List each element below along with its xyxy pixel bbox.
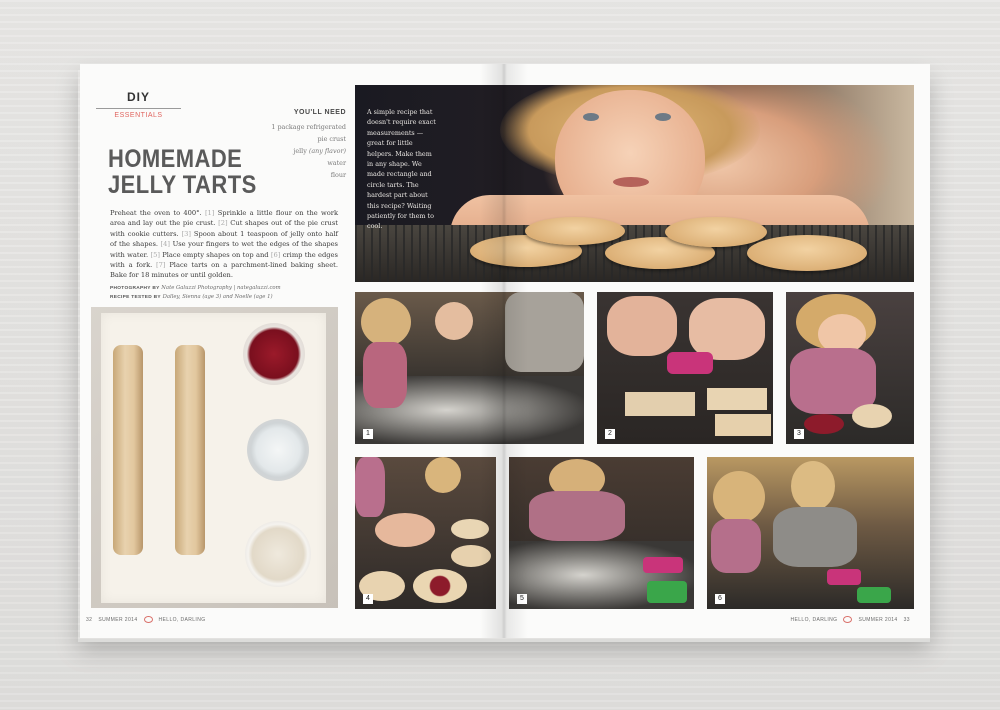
jelly-bowl [243,323,305,385]
adult-shirt [773,507,857,567]
child-dress [529,491,625,541]
heart-icon [843,616,853,623]
brand-label: HELLO, DARLING [790,616,838,623]
page-number-left: 32 [86,616,93,623]
step-photo-3: 3 [786,292,914,444]
child-hand [375,513,435,547]
ingredients-heading: YOU'LL NEED [293,109,346,116]
pie-crust-roll [113,345,143,555]
dough-rectangle [707,388,767,410]
section-label: DIY [126,90,150,104]
hero-caption: A simple recipe that doesn't require exa… [367,108,436,231]
ingredient-item: flour [330,171,346,179]
hero-photo: A simple recipe that doesn't require exa… [355,85,914,282]
article-title: HOMEMADE JELLY TARTS [108,146,266,198]
title-line-1: HOMEMADE [108,145,243,173]
section-sublabel: ESSENTIALS [114,112,163,119]
adult-head [791,461,835,511]
section-divider [96,108,181,109]
dough-rectangle [715,414,771,436]
tart [747,235,867,271]
child-head [713,471,765,523]
instructions-text: Preheat the oven to 400°. [1] Sprinkle a… [110,209,338,280]
cookie-cutter [647,581,687,603]
cookie-cutter [667,352,713,374]
child-mouth [613,177,649,187]
tart [525,217,625,245]
page-number-right: 33 [903,616,910,623]
ingredient-item: pie crust [317,135,346,143]
ingredients-list: 1 package refrigerated pie crust jelly (… [260,121,346,181]
step-photo-2: 2 [597,292,773,444]
issue-label: SUMMER 2014 [98,616,138,623]
heart-icon [143,616,153,623]
baby-head [425,457,461,493]
child-body [363,342,407,408]
hand [607,296,677,356]
jelly-circle [413,569,467,603]
ingredient-item: jelly (any flavor) [293,147,346,155]
issue-label: SUMMER 2014 [858,616,898,623]
dough-circle [451,545,491,567]
hand [689,298,765,360]
brand-label: HELLO, DARLING [158,616,206,623]
step-photo-6: 6 [707,457,914,609]
step-number-3: 3 [794,429,804,439]
child-eye [655,113,671,121]
step-photo-1: 1 [355,292,584,444]
step-number-4: 4 [363,594,373,604]
baby-head [435,302,473,340]
child-dress [355,457,385,517]
ingredient-item: 1 package refrigerated [271,123,346,131]
dough-circle [852,404,892,428]
footer-right: HELLO, DARLING SUMMER 2014 33 [790,616,910,623]
step-number-5: 5 [517,594,527,604]
step-number-6: 6 [715,594,725,604]
child-eye [583,113,599,121]
cookie-cutter [857,587,891,603]
water-bowl [247,419,309,481]
ingredient-item: water [327,159,346,167]
step-number-1: 1 [363,429,373,439]
photo-credits: PHOTOGRAPHY BY Nate Galuzzi Photography … [110,285,281,300]
flour-bowl [245,521,311,587]
adult-torso [505,292,584,372]
child-head [361,298,411,346]
pie-crust-roll [175,345,205,555]
title-line-2: JELLY TARTS [108,171,257,199]
jelly-dish [804,414,844,434]
dough-circle [451,519,489,539]
cookie-cutter [643,557,683,573]
ingredients-tray-photo [91,307,338,608]
cookie-cutter [827,569,861,585]
tart [665,217,767,247]
step-photo-4: 4 [355,457,496,609]
footer-left: 32 SUMMER 2014 HELLO, DARLING [86,616,206,623]
child-dress [711,519,761,573]
dough-rectangle [625,392,695,416]
step-photo-5: 5 [509,457,694,609]
step-number-2: 2 [605,429,615,439]
